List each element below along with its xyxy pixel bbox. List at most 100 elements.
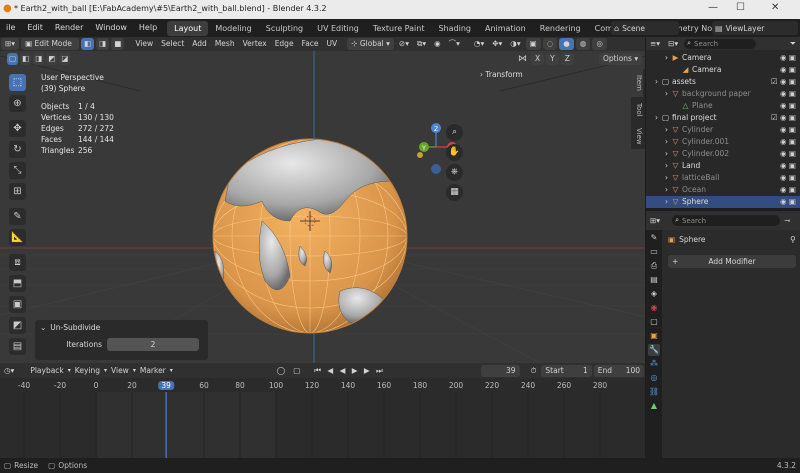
select-extend-icon[interactable]: ◧ [20,53,32,65]
viewport-menu-uv[interactable]: UV [323,38,342,50]
outliner-row[interactable]: › ▶ Camera ◉ ▣ [646,52,800,64]
expand-chevron-icon[interactable]: › [662,172,671,184]
extrude-tool-icon[interactable]: ⬒ [9,275,26,292]
timeline-menu-view[interactable]: View [107,365,133,377]
mirror-x-button[interactable]: X [531,53,545,65]
sidebar-tab-item[interactable]: Item [631,69,643,97]
editor-type-button[interactable]: ⊞▾ [1,38,20,50]
sidebar-tab-view[interactable]: View [631,123,643,149]
rotate-tool-icon[interactable]: ↻ [9,141,26,158]
maximize-button[interactable]: ☐ [736,2,745,13]
workspace-tab-uv-editing[interactable]: UV Editing [310,21,366,36]
falloff-icon[interactable]: ⌒▾ [445,38,464,50]
outliner-row[interactable]: › ▽ Sphere ◉ ▣ [646,196,800,208]
viewport-menu-add[interactable]: Add [188,38,211,50]
outliner-row[interactable]: › ▽ Cylinder.001 ◉ ▣ [646,136,800,148]
outliner-row[interactable]: › ▽ Ocean ◉ ▣ [646,184,800,196]
grid-perspective-icon[interactable]: ▦ [446,184,463,201]
mirror-z-button[interactable]: Z [560,53,574,65]
add-cube-tool-icon[interactable]: ⧈ [9,254,26,271]
bevel-tool-icon[interactable]: ◩ [9,317,26,334]
scene-selector[interactable]: ⌂ Scene [611,21,679,35]
visibility-icon[interactable]: ◔▾ [470,38,488,50]
workspace-tab-rendering[interactable]: Rendering [533,21,588,36]
xray-icon[interactable]: ▣ [525,38,541,50]
add-modifier-button[interactable]: + Add Modifier [668,255,796,268]
workspace-tab-shading[interactable]: Shading [431,21,478,36]
visibility-toggle-icons[interactable]: ◉ ▣ [780,196,796,208]
solid-shading-icon[interactable]: ● [559,38,574,50]
annotate-tool-icon[interactable]: ✎ [9,208,26,225]
visibility-toggle-icons[interactable]: ◉ ▣ [780,160,796,172]
expand-chevron-icon[interactable]: › [652,112,661,124]
visibility-toggle-icons[interactable]: ◉ ▣ [780,124,796,136]
visibility-toggle-icons[interactable]: ◉ ▣ [780,100,796,112]
wireframe-shading-icon[interactable]: ◌ [542,38,558,50]
particles-tab-icon[interactable]: ⁂ [648,358,660,370]
outliner-row[interactable]: › ▽ Cylinder.002 ◉ ▣ [646,148,800,160]
face-select-button[interactable]: ■ [111,38,125,50]
gizmo-icon[interactable]: ✥▾ [488,38,506,50]
visibility-toggle-icons[interactable]: ☑ ◉ ▣ [771,112,796,124]
options-dropdown[interactable]: Options ▾ [599,53,643,65]
expand-chevron-icon[interactable]: › [662,124,671,136]
cursor-tool-icon[interactable]: ⊕ [9,95,26,112]
expand-chevron-icon[interactable]: › [662,184,671,196]
view-layer-tab-icon[interactable]: ▤ [648,274,660,286]
expand-chevron-icon[interactable]: › [662,160,671,172]
mirror-y-button[interactable]: Y [546,53,559,65]
outliner-search[interactable]: ⌕ Search [684,38,757,49]
expand-chevron-icon[interactable]: › [662,148,671,160]
timeline-menu-keying[interactable]: Keying [71,365,104,377]
render-tab-icon[interactable]: ▭ [648,246,660,258]
world-tab-icon[interactable]: ◉ [648,302,660,314]
collection-tab-icon[interactable]: ▢ [648,316,660,328]
pan-hand-icon[interactable]: ✋ [446,144,463,161]
select-new-icon[interactable]: ▢ [7,53,19,65]
playback-controls[interactable]: ⏮ ◀ ◀ ▶ ▶ ⏭ [310,365,389,377]
viewport-menu-mesh[interactable]: Mesh [211,38,239,50]
iterations-field[interactable]: 2 [107,338,199,351]
viewport-menu-edge[interactable]: Edge [271,38,298,50]
timeline-ruler[interactable]: -40 -20 0 20 39 60 80 100 120 140 160 180 200 220 240 2… [0,378,645,392]
scene-tab-icon[interactable]: ◈ [648,288,660,300]
workspace-tab-animation[interactable]: Animation [478,21,533,36]
workspace-tab-layout[interactable]: Layout [167,21,209,36]
menu-edit[interactable]: Edit [21,19,49,37]
menu-ile[interactable]: ile [0,19,21,37]
menu-help[interactable]: Help [133,19,163,37]
orientation-selector[interactable]: ⊹ Global ▾ [347,38,394,50]
current-frame-field[interactable]: 39 [480,364,520,377]
transform-panel-header[interactable]: › Transform [480,70,523,79]
constraints-tab-icon[interactable]: ⛓ [648,386,660,398]
menu-render[interactable]: Render [49,19,89,37]
move-tool-icon[interactable]: ✥ [9,120,26,137]
menu-window[interactable]: Window [89,19,133,37]
viewport-menu-view[interactable]: View [131,38,157,50]
workspace-tab-texture-paint[interactable]: Texture Paint [366,21,432,36]
visibility-toggle-icons[interactable]: ☑ ◉ ▣ [771,76,796,88]
proportional-edit-icon[interactable]: ◉ [430,38,445,50]
viewport-menu-face[interactable]: Face [298,38,323,50]
expand-chevron-icon[interactable]: › [662,88,671,100]
edge-select-button[interactable]: ◨ [96,38,110,50]
physics-tab-icon[interactable]: ◎ [648,372,660,384]
inset-tool-icon[interactable]: ▣ [9,296,26,313]
select-subtract-icon[interactable]: ◨ [33,53,45,65]
outliner-editor-icon[interactable]: ≡▾ [646,38,664,50]
visibility-toggle-icons[interactable]: ◉ ▣ [780,52,796,64]
view-layer-selector[interactable]: ▤ ViewLayer [712,21,798,35]
end-frame-field[interactable]: End 100 [593,364,645,377]
outliner-row[interactable]: › ▽ background paper ◉ ▣ [646,88,800,100]
zoom-icon[interactable]: ⌕ [446,124,463,141]
sidebar-tab-tool[interactable]: Tool [631,97,643,123]
visibility-toggle-icons[interactable]: ◉ ▣ [780,172,796,184]
playhead-frame-label[interactable]: 39 [158,381,174,390]
start-frame-field[interactable]: Start 1 [541,364,592,377]
auto-key-icon[interactable]: ◯ [273,365,289,377]
material-shading-icon[interactable]: ◍ [575,38,591,50]
mode-selector[interactable]: ▣ Edit Mode [21,38,80,50]
expand-chevron-icon[interactable]: › [662,196,671,208]
outliner-row[interactable]: △ Plane ◉ ▣ [646,100,800,112]
overlay-icon[interactable]: ◑▾ [506,38,524,50]
